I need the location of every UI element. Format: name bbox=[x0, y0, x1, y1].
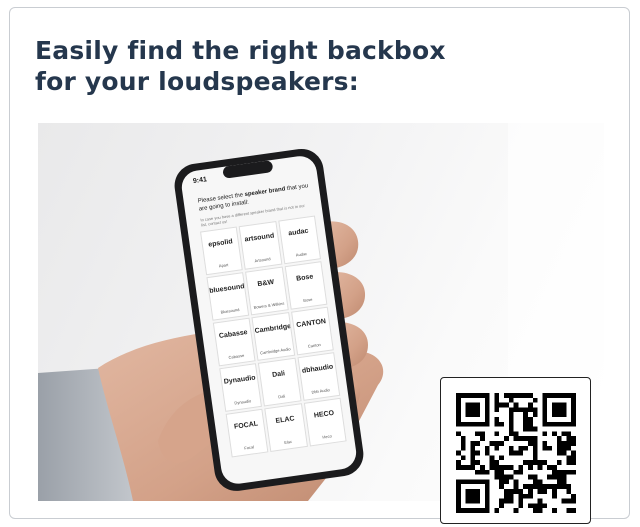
qr-code-box[interactable] bbox=[440, 377, 591, 524]
headline: Easily find the right backbox for your l… bbox=[35, 35, 446, 97]
headline-line-1: Easily find the right backbox bbox=[35, 36, 446, 65]
headline-line-2: for your loudspeakers: bbox=[35, 67, 359, 96]
qr-code-icon bbox=[456, 393, 576, 513]
